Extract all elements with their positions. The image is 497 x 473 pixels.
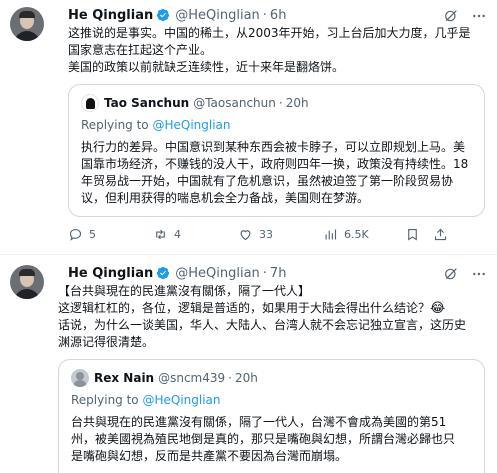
like-button[interactable]: 33 — [238, 227, 323, 242]
tweet-header: He Qinglian @HeQinglian · 7h — [68, 264, 485, 282]
quoted-author-handle: @Taosanchun — [193, 96, 276, 110]
verified-badge-icon — [156, 266, 170, 280]
replying-to-handle[interactable]: @HeQinglian — [142, 393, 220, 407]
separator-dot: · — [278, 96, 283, 110]
replying-to-label: Replying to — [71, 393, 143, 407]
like-count: 33 — [259, 227, 273, 241]
avatar-shirt — [14, 289, 40, 299]
views-button[interactable]: 6.5K — [323, 227, 405, 242]
avatar-shirt — [14, 31, 40, 41]
bookmark-icon — [408, 228, 417, 241]
tweet-text-segment: 这逻辑杠杠的，各位，逻辑是普适的，如果用于大陆会得出什么结论？ — [58, 301, 431, 315]
quoted-avatar-body — [73, 380, 87, 387]
quoted-text-line: 台共與現在的民進黨沒有關係，隔了一代人，台灣不會成為美國的第51 — [71, 415, 447, 429]
quoted-avatar-head — [76, 372, 84, 380]
avatar[interactable] — [10, 265, 44, 299]
quoted-author-handle: @sncm439 — [158, 371, 226, 385]
view-count: 6.5K — [344, 227, 369, 241]
tweet-header-actions — [443, 266, 487, 286]
tweet-text-line: 这逻辑杠杠的，各位，逻辑是普适的，如果用于大陆会得出什么结论？😂 — [58, 300, 485, 317]
replying-to-label: Replying to — [81, 118, 153, 132]
laughing-emoji: 😂 — [430, 301, 446, 316]
more-icon[interactable] — [471, 266, 487, 286]
replying-to: Replying to @HeQinglian — [81, 117, 472, 133]
retweet-count: 4 — [174, 227, 181, 241]
separator-dot: · — [228, 371, 232, 385]
tweet-header: He Qinglian @HeQinglian · 6h — [68, 6, 485, 24]
quoted-text-line: 年贸易战一开始，中国就有了危机意识，虽然被迫签了第一阶段贸易协 — [81, 174, 454, 188]
quoted-timestamp: 20h — [234, 371, 258, 385]
tweet-text-line: 美国的政策以前就缺乏连续性，近十来年是翻烙饼。 — [68, 60, 345, 74]
quoted-text-line: 是嘴砲與幻想，反而是共產黨不要因為台灣而崩塌。 — [71, 449, 348, 463]
tweet-text: 这推说的是事实。中国的稀土，从2003年开始，习上台后加大力度，几乎是 国家意志… — [68, 25, 485, 76]
quoted-tweet-header: Rex Nain @sncm439 · 20h — [71, 368, 472, 388]
avatar[interactable] — [10, 7, 44, 41]
retweet-icon — [156, 229, 165, 239]
tweet-text: 【台共與現在的民進黨沒有關係，隔了一代人】 这逻辑杠杠的，各位，逻辑是普适的，如… — [58, 283, 485, 351]
heart-icon — [240, 229, 251, 240]
tweet-2[interactable]: He Qinglian @HeQinglian · 7h 【台共與現在的民進黨沒… — [0, 255, 497, 473]
tweet-actions: 5 4 33 6.5K — [68, 217, 485, 251]
quoted-text-line: 议，但利用获得的喘息机会全力备战，美国则在梦游。 — [81, 191, 370, 205]
author-handle[interactable]: @HeQinglian — [175, 8, 260, 23]
more-icon[interactable] — [471, 8, 487, 28]
verified-badge-icon — [156, 8, 170, 22]
quoted-tweet[interactable]: Rex Nain @sncm439 · 20h Replying to @HeQ… — [58, 359, 485, 473]
author-handle[interactable]: @HeQinglian — [175, 266, 260, 281]
reply-button[interactable]: 5 — [68, 227, 153, 242]
quoted-author-name: Rex Nain — [94, 371, 155, 385]
quoted-tweet-header: Tao Sanchun @Taosanchun · 20h — [81, 93, 472, 113]
quoted-avatar-shape — [86, 98, 95, 109]
tweet-text-line: 渊源记得很清楚。 — [58, 335, 155, 349]
share-button[interactable] — [433, 227, 448, 242]
views-chart-icon — [325, 229, 337, 239]
quoted-tweet[interactable]: Tao Sanchun @Taosanchun · 20h Replying t… — [68, 84, 485, 217]
reply-icon — [69, 228, 82, 241]
quoted-text-line: 国靠市场经济，不赚钱的没人干，政府则四年一换，政策没有持续性。18 — [81, 157, 469, 171]
timestamp[interactable]: 6h — [270, 8, 287, 23]
quoted-text-line: 执行力的差异。中国意识到某种东西会被卡脖子，可以立即规划上马。美 — [81, 140, 466, 154]
separator-dot: · — [262, 265, 267, 281]
share-icon — [434, 228, 447, 240]
bookmark-button[interactable] — [405, 227, 429, 242]
tweet-header-actions — [443, 8, 487, 28]
avatar-hair — [19, 11, 35, 18]
quoted-tweet-text: 台共與現在的民進黨沒有關係，隔了一代人，台灣不會成為美國的第51 州，被美國視為… — [71, 414, 472, 465]
quoted-text-line: 州，被美國視為殖民地倒是真的，那只是嘴砲與幻想，所謂台灣必歸也只 — [71, 432, 456, 446]
replying-to: Replying to @HeQinglian — [71, 392, 472, 408]
quoted-avatar — [71, 369, 89, 387]
quoted-avatar — [81, 94, 99, 112]
tweet-text-line: 话说，为什么一谈美国，华人、大陆人、台湾人就不会忘记独立宣言，这历史 — [58, 318, 467, 332]
grok-icon[interactable] — [443, 266, 459, 286]
reply-count: 5 — [89, 227, 96, 241]
avatar-hair — [19, 269, 35, 276]
quoted-tweet-text: 执行力的差异。中国意识到某种东西会被卡脖子，可以立即规划上马。美 国靠市场经济，… — [81, 139, 472, 207]
separator-dot: · — [262, 7, 267, 23]
quoted-timestamp: 20h — [285, 96, 309, 110]
tweet-1[interactable]: He Qinglian @HeQinglian · 6h 这推说的是事实。中国的… — [0, 0, 497, 255]
grok-icon[interactable] — [443, 8, 459, 28]
tweet-text-line: 【台共與現在的民進黨沒有關係，隔了一代人】 — [58, 284, 311, 298]
author-name[interactable]: He Qinglian — [68, 8, 153, 23]
retweet-button[interactable]: 4 — [153, 227, 238, 242]
tweet-text-line: 这推说的是事实。中国的稀土，从2003年开始，习上台后加大力度，几乎是 — [68, 26, 471, 40]
tweet-text-line: 国家意志在扛起这个产业。 — [68, 43, 213, 57]
quoted-author-name: Tao Sanchun — [104, 96, 190, 110]
author-name[interactable]: He Qinglian — [68, 266, 153, 281]
timestamp[interactable]: 7h — [270, 266, 287, 281]
replying-to-handle[interactable]: @HeQinglian — [152, 118, 230, 132]
